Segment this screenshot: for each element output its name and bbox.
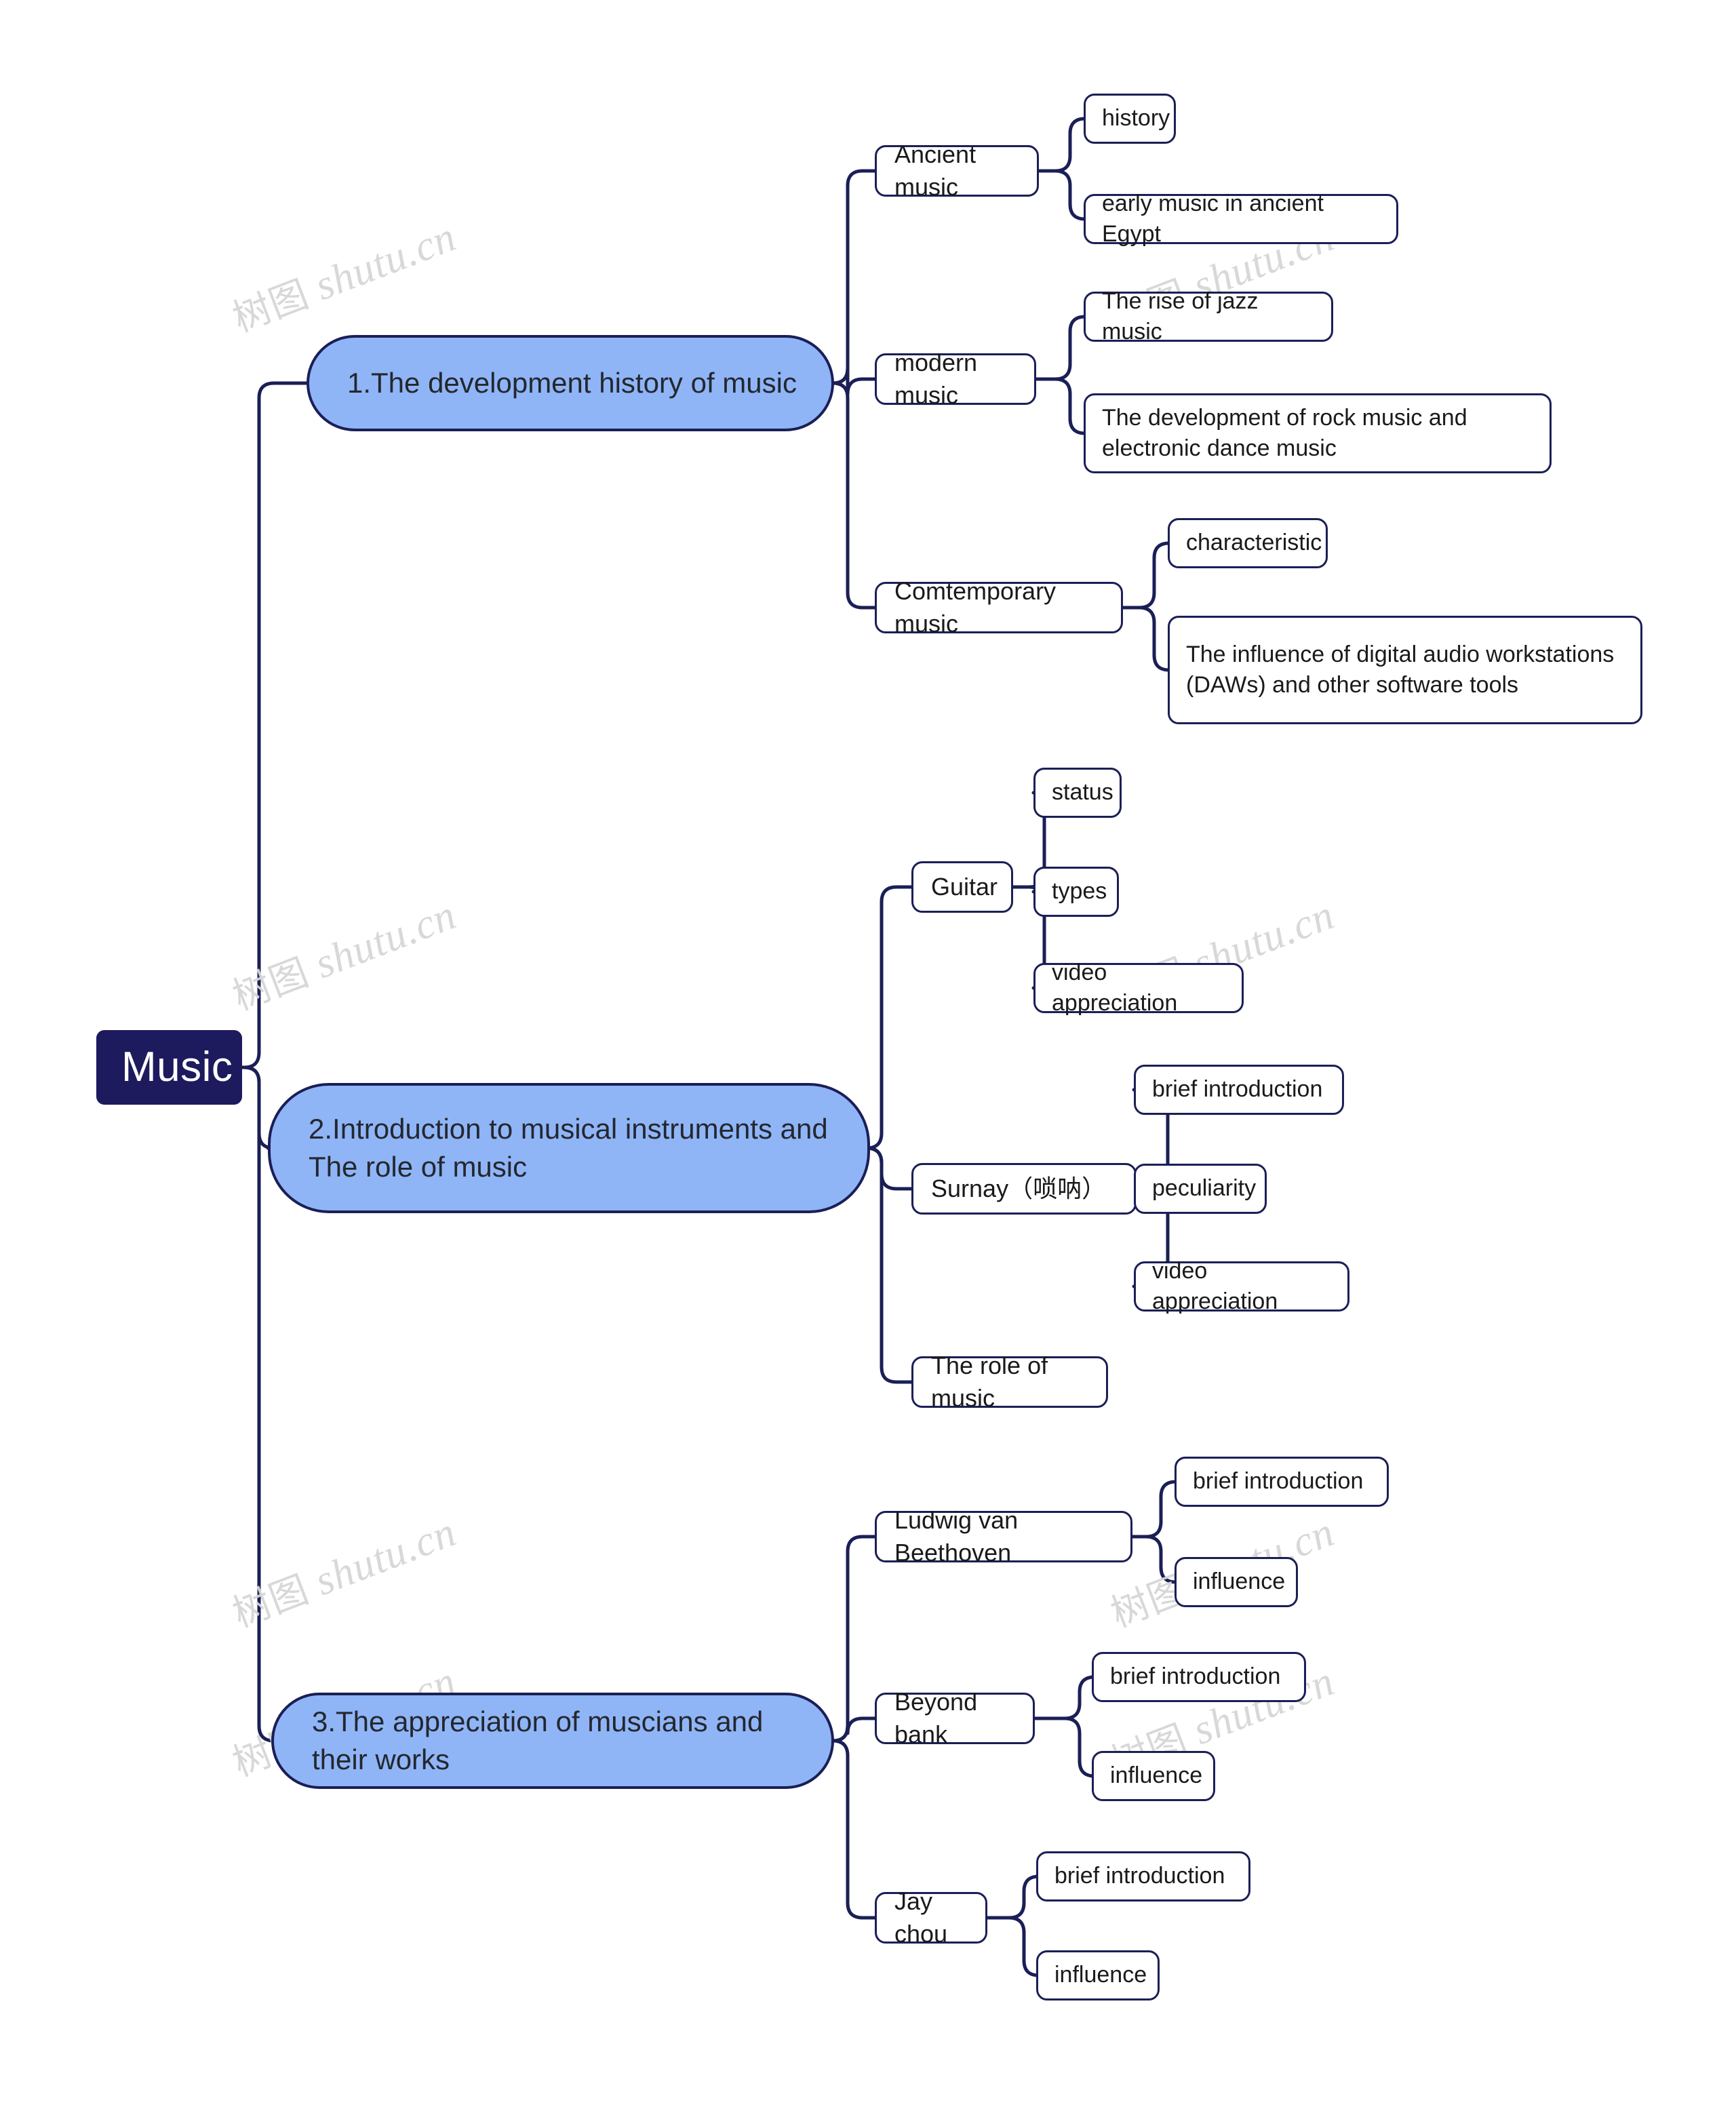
leafnode-1-2-1-label: The rise of jazz music [1102, 288, 1259, 344]
leafnode-3-3-2-label: influence [1054, 1962, 1147, 1988]
connector-branch-sub-3-3 [831, 1739, 877, 1920]
subnode-1-2-label: modern music [894, 349, 978, 409]
subnode-3-1-label: Ludwig van Beethoven [894, 1506, 1019, 1566]
subnode-3-2[interactable]: Beyond bank [875, 1688, 1035, 1748]
subnode-3-2-label: Beyond bank [894, 1688, 978, 1748]
root-node[interactable]: Music [96, 1030, 242, 1105]
leafnode-1-2-2[interactable]: The development of rock music and electr… [1084, 393, 1552, 473]
subnode-3-3-label: Jay chou [894, 1887, 948, 1948]
connector-sub-leaf-1-1-1 [1037, 117, 1087, 173]
connector-sub-leaf-1-3-2 [1121, 606, 1171, 672]
leafnode-2-1-3-label: video appreciation [1052, 959, 1178, 1016]
leafnode-3-1-1[interactable]: brief introduction [1175, 1457, 1389, 1507]
connector-branch-sub-1-2 [831, 366, 877, 396]
connector-branch-sub-2-3 [865, 1146, 913, 1384]
leafnode-2-2-2[interactable]: peculiarity [1134, 1164, 1267, 1214]
connector-sub-leaf-3-3-1 [985, 1874, 1041, 1920]
connector-sub-leaf-1-2-1 [1034, 315, 1087, 381]
connector-sub-leaf-3-2-2 [1033, 1716, 1097, 1778]
connector-sub-leaf-3-3-2 [985, 1916, 1041, 1977]
leafnode-1-1-1[interactable]: history [1084, 94, 1176, 144]
leafnode-3-1-2[interactable]: influence [1175, 1557, 1298, 1607]
subnode-1-3-label: Comtemporary music [894, 577, 1057, 637]
leafnode-3-3-2[interactable]: influence [1036, 1950, 1160, 2000]
leafnode-1-1-1-label: history [1102, 105, 1170, 132]
connector-branch-sub-2-2 [865, 1146, 913, 1191]
subnode-3-3[interactable]: Jay chou [875, 1887, 987, 1948]
leafnode-1-2-2-label: The development of rock music and electr… [1102, 404, 1467, 461]
connector-branch-sub-3-1 [831, 1535, 877, 1743]
connector-sub-leaf-3-1-1 [1130, 1480, 1178, 1539]
subnode-1-3[interactable]: Comtemporary music [875, 577, 1123, 637]
connector-branch-sub-2-1 [865, 885, 913, 1150]
connector-branch-sub-1-3 [831, 381, 877, 610]
leafnode-2-1-3[interactable]: video appreciation [1033, 960, 1244, 1016]
connector-sub-leaf-1-2-2 [1034, 377, 1087, 435]
leafnode-2-2-2-label: peculiarity [1152, 1175, 1257, 1202]
leafnode-3-3-1-label: brief introduction [1054, 1863, 1225, 1889]
leafnode-3-2-1-label: brief introduction [1110, 1663, 1281, 1690]
leafnode-1-3-2-label: The influence of digital audio workstati… [1186, 641, 1615, 698]
subnode-1-2[interactable]: modern music [875, 349, 1036, 409]
subnode-1-1[interactable]: Ancient music [875, 140, 1039, 201]
root-node-label: Music [121, 1043, 233, 1090]
subnode-2-1-label: Guitar [931, 873, 998, 901]
branch-node-3-label: 3.The appreciation of muscians and their… [312, 1706, 764, 1775]
connector-sub-leaf-1-3-1 [1121, 541, 1171, 610]
leafnode-1-3-1[interactable]: characteristic [1168, 518, 1328, 568]
subnode-3-1[interactable]: Ludwig van Beethoven [875, 1506, 1132, 1566]
leafnode-2-1-2[interactable]: types [1033, 867, 1119, 917]
leafnode-1-3-1-label: characteristic [1186, 530, 1322, 556]
connector-branch-sub-1-1 [831, 169, 877, 385]
leafnode-1-3-2[interactable]: The influence of digital audio workstati… [1168, 616, 1642, 724]
leafnode-3-1-2-label: influence [1193, 1569, 1286, 1595]
leafnode-2-1-1-label: status [1052, 779, 1113, 806]
branch-node-1[interactable]: 1.The development history of music [307, 335, 834, 431]
subnode-1-1-label: Ancient music [894, 140, 976, 201]
subnode-2-2-label: Surnay（唢呐） [931, 1175, 1107, 1203]
connector-sub-leaf-3-1-2 [1130, 1535, 1178, 1584]
branch-node-3[interactable]: 3.The appreciation of muscians and their… [271, 1693, 834, 1789]
subnode-2-3-label: The role of music [931, 1352, 1048, 1412]
connector-layer [240, 117, 1185, 1977]
leafnode-2-2-3[interactable]: video appreciation [1134, 1258, 1349, 1314]
leafnode-3-2-2[interactable]: influence [1092, 1751, 1215, 1801]
leafnode-3-2-1[interactable]: brief introduction [1092, 1652, 1306, 1702]
branch-node-2-label: 2.Introduction to musical instruments an… [309, 1113, 828, 1183]
leafnode-1-1-2-label: early music in ancient Egypt [1102, 190, 1324, 247]
leafnode-2-1-2-label: types [1052, 878, 1107, 905]
subnode-2-3[interactable]: The role of music [911, 1352, 1108, 1412]
leafnode-2-2-1-label: brief introduction [1152, 1076, 1323, 1103]
leafnode-3-2-2-label: influence [1110, 1762, 1203, 1789]
leafnode-3-1-1-label: brief introduction [1193, 1468, 1364, 1495]
subnode-2-2[interactable]: Surnay（唢呐） [911, 1163, 1137, 1215]
leafnode-2-2-3-label: video appreciation [1152, 1257, 1278, 1314]
leafnode-2-1-1[interactable]: status [1033, 768, 1122, 818]
branch-node-2[interactable]: 2.Introduction to musical instruments an… [268, 1083, 870, 1213]
leafnode-2-2-1[interactable]: brief introduction [1134, 1065, 1344, 1115]
connector-sub-leaf-1-1-2 [1037, 169, 1087, 221]
leafnode-3-3-1[interactable]: brief introduction [1036, 1851, 1250, 1901]
leafnode-1-2-1[interactable]: The rise of jazz music [1084, 288, 1333, 344]
subnode-2-1[interactable]: Guitar [911, 861, 1013, 913]
branch-node-1-label: 1.The development history of music [347, 367, 797, 399]
connector-root-branch-3 [240, 1065, 276, 1743]
connector-sub-leaf-3-2-1 [1033, 1675, 1097, 1720]
connector-branch-sub-3-2 [831, 1716, 877, 1743]
connector-root-branch-1 [240, 381, 309, 1069]
leafnode-1-1-2[interactable]: early music in ancient Egypt [1084, 191, 1398, 247]
mindmap-canvas: 树图 shutu.cn树图 shutu.cn树图 shutu.cn树图 shut… [0, 0, 1736, 2109]
